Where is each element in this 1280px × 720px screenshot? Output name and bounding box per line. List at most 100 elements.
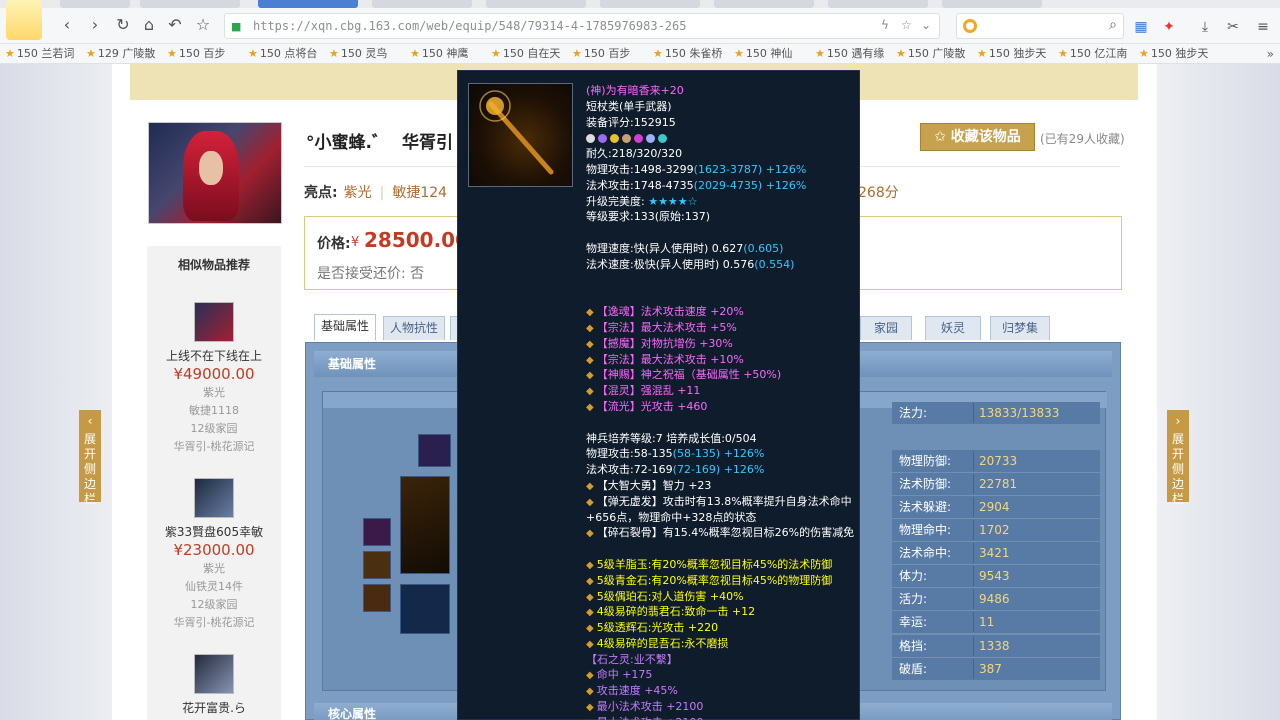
similar-item[interactable]: 紫33賢盘605幸敏 ¥23000.00 紫光 仙铁灵14件 12级家园 华胥引… — [147, 478, 281, 632]
equipment-slot-offhand[interactable] — [400, 584, 450, 634]
expand-right-sidebar-button[interactable]: › 展开侧边栏 — [1167, 410, 1189, 506]
stat-cell-divider — [973, 403, 974, 423]
bookmark-item[interactable]: ★ 129 广陵散 — [81, 44, 157, 63]
more-bookmarks-icon[interactable]: » — [1267, 44, 1274, 63]
bookmark-item[interactable]: ★ 150 遇有缘 — [810, 44, 886, 63]
tab-basic-attributes[interactable]: 基础属性 — [314, 314, 376, 340]
equipment-slot-amulet[interactable] — [363, 584, 391, 612]
character-portrait — [148, 122, 282, 224]
bookmark-star-icon: ★ — [167, 47, 177, 60]
search-icon[interactable]: ⌕ — [1109, 17, 1117, 33]
equipment-slot-ring[interactable] — [363, 551, 391, 579]
download-icon[interactable]: ⤓ — [1196, 18, 1214, 36]
chevron-down-icon[interactable]: ⌄ — [921, 18, 931, 32]
menu-icon[interactable]: ≡ — [1254, 18, 1272, 36]
tab-resistance[interactable]: 人物抗性 — [383, 316, 445, 340]
undo-icon[interactable]: ↶ — [164, 14, 186, 36]
similar-item-name[interactable]: 花开富贵.ら — [147, 700, 281, 716]
gem-icon — [610, 133, 619, 143]
tooltip-line-text: 升级完美度: — [586, 194, 649, 208]
similar-item-name[interactable]: 紫33賢盘605幸敏 — [147, 524, 281, 540]
stat-cell-divider — [973, 543, 974, 563]
stat-name: 法术防御: — [899, 477, 952, 491]
address-bar[interactable]: ■ https://xqn.cbg.163.com/web/equip/548/… — [224, 13, 940, 39]
back-icon[interactable]: ‹ — [56, 14, 78, 36]
game-icon[interactable]: ✦ — [1160, 18, 1178, 36]
browser-tab[interactable] — [828, 0, 928, 8]
browser-tab[interactable] — [140, 0, 240, 8]
bookmark-item[interactable]: ★ 150 灵鸟 — [324, 44, 400, 63]
stat-row: 法术防御: 22781 — [892, 473, 1100, 495]
stat-value: 11 — [979, 615, 995, 629]
bookmark-item[interactable]: ★ 150 神鹰 — [405, 44, 481, 63]
stat-row: 体力: 9543 — [892, 565, 1100, 587]
side-tab-label: 展开侧边栏 — [1172, 432, 1185, 506]
tooltip-line-text: 【撼魔】对物抗增伤 +30% — [596, 336, 733, 350]
star-icon[interactable]: ☆ — [901, 18, 912, 32]
bookmark-item[interactable]: ★ 150 独步天 — [972, 44, 1048, 63]
bookmark-item[interactable]: ★ 150 朱雀桥 — [648, 44, 724, 63]
equipment-slot-weapon[interactable] — [400, 476, 450, 574]
stat-value: 20733 — [979, 454, 1018, 468]
favorite-button[interactable]: ✩ 收藏该物品 — [920, 123, 1035, 151]
stat-value: 3421 — [979, 546, 1010, 560]
bookmark-star-icon: ★ — [572, 47, 582, 60]
bookmark-item[interactable]: ★ 150 广陵散 — [891, 44, 967, 63]
url-text[interactable]: https://xqn.cbg.163.com/web/equip/548/79… — [253, 19, 686, 33]
similar-item-attr: 敏捷1118 — [189, 404, 239, 417]
equipment-slot-gem[interactable] — [363, 518, 391, 546]
bookmark-item[interactable]: ★ 150 自在天 — [486, 44, 562, 63]
bookmark-item[interactable]: ★ 150 独步天 — [1134, 44, 1210, 63]
tooltip-line: 升级完美度: ★★★★☆ — [586, 194, 856, 210]
expand-left-sidebar-button[interactable]: ‹ 展开侧边栏 — [79, 410, 101, 506]
similar-item[interactable]: 上线不在下线在上 ¥49000.00 紫光 敏捷1118 12级家园 华胥引-桃… — [147, 302, 281, 456]
bullet-icon: ◆ — [586, 401, 594, 413]
tooltip-line: 等级要求:133(原始:137) — [586, 209, 856, 225]
bookmark-item[interactable]: ★ 150 亿江南 — [1053, 44, 1129, 63]
bookmark-item[interactable]: ★ 150 点将台 — [243, 44, 319, 63]
browser-tab-active[interactable] — [258, 0, 358, 8]
gem-icon — [598, 133, 607, 143]
profile-avatar[interactable] — [6, 0, 42, 40]
bullet-icon: ◆ — [586, 480, 594, 492]
similar-item-attr: 12级家园 — [190, 422, 238, 435]
reload-icon[interactable]: ↻ — [112, 14, 134, 36]
bookmark-item[interactable]: ★ 150 神仙 — [729, 44, 805, 63]
tab-home[interactable]: 家园 — [860, 316, 912, 340]
bookmark-item[interactable]: ★ 150 百步 — [567, 44, 643, 63]
bookmark-item[interactable]: ★ 150 兰若词 — [0, 44, 76, 63]
browser-tab[interactable] — [942, 0, 1042, 8]
sidebar-title: 相似物品推荐 — [177, 258, 250, 272]
tooltip-line: ◆ 5级透辉石:光攻击 +220 — [586, 620, 856, 636]
tooltip-line-text: 【宗法】最大法术攻击 +5% — [596, 320, 737, 334]
equipment-slot-wing[interactable] — [418, 434, 451, 467]
apps-icon[interactable]: ▦ — [1132, 18, 1150, 36]
similar-item-name[interactable]: 上线不在下线在上 — [147, 348, 281, 364]
browser-tab[interactable] — [372, 0, 472, 8]
similar-item-thumbnail[interactable] — [194, 302, 234, 342]
bullet-icon: ◆ — [586, 528, 594, 540]
bookmark-item[interactable]: ★ 150 百步 — [162, 44, 238, 63]
tab-guimengji[interactable]: 归梦集 — [990, 316, 1050, 340]
star-bookmark-icon[interactable]: ☆ — [192, 14, 214, 36]
browser-tab[interactable] — [600, 0, 700, 8]
tooltip-line-text: 【石之灵:业不繫】 — [586, 652, 678, 666]
item-tooltip: (神)为有暗香来+20 短杖类(单手武器) 装备评分:152915 耐久:218/32… — [457, 70, 860, 720]
search-input[interactable]: ⌕ — [956, 13, 1124, 39]
browser-tab[interactable] — [60, 0, 130, 8]
similar-item[interactable]: 花开富贵.ら — [147, 654, 281, 716]
tooltip-line-text: 【宗法】最大法术攻击 +10% — [596, 352, 744, 366]
browser-tab-strip[interactable] — [0, 0, 1280, 8]
bookmark-star-icon: ★ — [977, 47, 987, 60]
scissors-icon[interactable]: ✂ — [1224, 18, 1242, 36]
browser-tab[interactable] — [486, 0, 586, 8]
tooltip-line-text: 命中 +175 — [596, 668, 653, 682]
lightning-icon[interactable]: ϟ — [881, 18, 889, 32]
similar-item-thumbnail[interactable] — [194, 654, 234, 694]
tooltip-line: ◆ 最小法术攻击 +2100 — [586, 699, 856, 715]
forward-icon[interactable]: › — [84, 14, 106, 36]
browser-tab[interactable] — [714, 0, 814, 8]
tab-yaoling[interactable]: 妖灵 — [925, 316, 981, 340]
home-icon[interactable]: ⌂ — [138, 14, 160, 36]
similar-item-thumbnail[interactable] — [194, 478, 234, 518]
